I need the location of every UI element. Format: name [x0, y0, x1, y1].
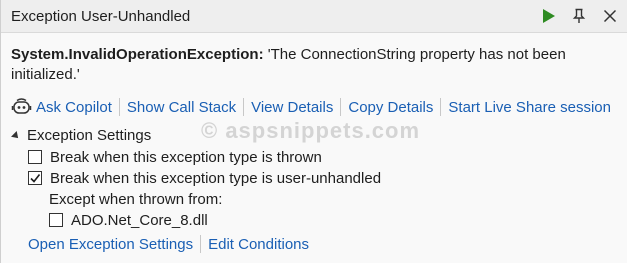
exception-settings-header[interactable]: Exception Settings [11, 125, 152, 145]
exception-helper-popup: Exception User-Unhandled System.InvalidO… [0, 0, 627, 263]
break-when-thrown-checkbox[interactable] [28, 150, 42, 164]
except-label-text: Except when thrown from: [49, 190, 223, 208]
separator [243, 98, 245, 116]
exception-message: System.InvalidOperationException: 'The C… [11, 45, 611, 85]
copy-details-link[interactable]: Copy Details [348, 99, 433, 116]
title-bar: Exception User-Unhandled [1, 0, 627, 33]
break-when-thrown-option[interactable]: Break when this exception type is thrown [28, 147, 322, 167]
separator [118, 98, 120, 116]
checkmark-icon [30, 174, 41, 183]
play-icon [543, 9, 555, 23]
actions-bar: Ask Copilot Show Call Stack View Details… [11, 96, 611, 118]
edit-conditions-link[interactable]: Edit Conditions [208, 236, 309, 253]
start-live-share-link[interactable]: Start Live Share session [448, 99, 611, 116]
exception-type: System.InvalidOperationException: [11, 46, 264, 63]
expand-triangle-icon [11, 130, 21, 141]
close-button[interactable] [598, 4, 622, 28]
watermark: © aspsnippets.com [201, 118, 421, 143]
ask-copilot-link[interactable]: Ask Copilot [36, 99, 112, 116]
exception-settings-label: Exception Settings [27, 126, 152, 144]
module-option[interactable]: ADO.Net_Core_8.dll [49, 210, 208, 230]
open-exception-settings-link[interactable]: Open Exception Settings [28, 236, 193, 253]
separator [200, 235, 202, 253]
except-when-thrown-from-label: Except when thrown from: [49, 189, 222, 209]
pin-icon [572, 8, 586, 23]
continue-button[interactable] [537, 4, 561, 28]
view-details-link[interactable]: View Details [251, 99, 333, 116]
window-title: Exception User-Unhandled [11, 8, 191, 25]
separator [340, 98, 342, 116]
show-call-stack-link[interactable]: Show Call Stack [127, 99, 236, 116]
break-when-thrown-label: Break when this exception type is thrown [50, 148, 322, 166]
close-icon [603, 9, 617, 23]
break-when-unhandled-option[interactable]: Break when this exception type is user-u… [28, 168, 381, 188]
module-checkbox[interactable] [49, 213, 63, 227]
pin-button[interactable] [567, 4, 591, 28]
break-when-unhandled-label: Break when this exception type is user-u… [50, 169, 382, 187]
break-when-unhandled-checkbox[interactable] [28, 171, 42, 185]
module-label: ADO.Net_Core_8.dll [71, 211, 208, 229]
separator [440, 98, 442, 116]
copilot-icon[interactable] [11, 97, 32, 118]
footer-links: Open Exception Settings Edit Conditions [28, 234, 309, 254]
